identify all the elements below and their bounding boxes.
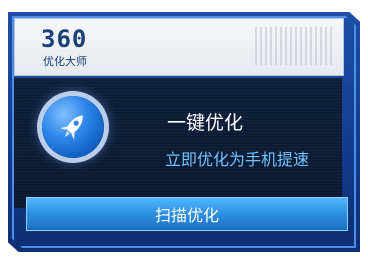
brand-logo-number: 360: [41, 25, 88, 53]
rocket-icon: [60, 115, 83, 140]
header-stripe-decoration: [255, 27, 335, 65]
one-click-optimize-title: 一键优化: [167, 112, 244, 134]
widget-header: 360 优化大师: [14, 18, 344, 76]
scan-optimize-button[interactable]: 扫描优化: [26, 197, 348, 231]
scan-optimize-label: 扫描优化: [154, 206, 219, 225]
rocket-badge[interactable]: [42, 96, 104, 158]
optimize-description: 立即优化为手机提速: [165, 150, 310, 169]
brand-logo-subtitle: 优化大师: [43, 55, 87, 68]
